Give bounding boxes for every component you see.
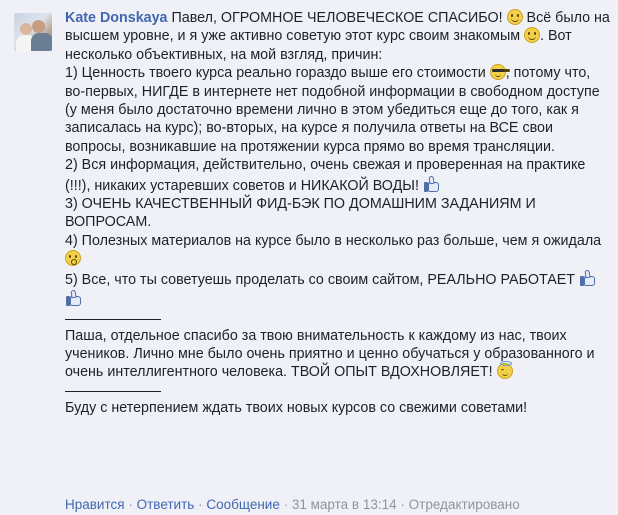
reason-1-text-a: 1) Ценность твоего курса реально гораздо… [65,65,486,82]
reason-3: 3) ОЧЕНЬ КАЧЕСТВЕННЫЙ ФИД-БЭК ПО ДОМАШНИ… [65,196,536,231]
thumbs-up-icon [65,289,83,307]
comment-actions: Нравится · Ответить · Сообщение · 31 мар… [65,496,520,514]
like-link[interactable]: Нравится [65,497,125,512]
sunglasses-face-icon [489,64,506,81]
reason-4-text: 4) Полезных материалов на курсе было в н… [65,232,602,249]
separator-dot: · [198,497,203,512]
separator-line [65,318,161,320]
reason-5-text: 5) Все, что ты советуешь проделать со св… [65,271,576,288]
closing-paragraph: Буду с нетерпением ждать твоих новых кур… [65,399,528,416]
edited-label[interactable]: Отредактировано [409,497,520,512]
separator-dot: · [400,497,405,512]
reason-2-text: 2) Вся информация, действительно, очень … [65,157,586,194]
author-name[interactable]: Kate Donskaya [65,10,168,26]
reason-4: 4) Полезных материалов на курсе было в н… [65,232,613,269]
smiling-face-icon [506,9,523,25]
surprised-face-icon [65,250,81,267]
comment: Kate Donskaya Павел, ОГРОМНОЕ ЧЕЛОВЕЧЕСК… [0,0,618,515]
angel-face-icon [496,361,513,380]
reason-1: 1) Ценность твоего курса реально гораздо… [65,64,613,156]
thumbs-up-icon [423,175,441,193]
reason-5: 5) Все, что ты советуешь проделать со св… [65,269,613,310]
reply-link[interactable]: Ответить [137,497,195,512]
separator-dot: · [128,497,133,512]
separator-dot: · [283,497,289,512]
intro-text-1: Павел, ОГРОМНОЕ ЧЕЛОВЕЧЕСКОЕ СПАСИБО! [171,10,503,26]
comment-intro: Kate Donskaya Павел, ОГРОМНОЕ ЧЕЛОВЕЧЕСК… [65,9,613,64]
smiling-face-icon [524,27,541,44]
separator-line [65,390,161,392]
timestamp[interactable]: 31 марта в 13:14 [292,497,397,512]
avatar[interactable] [14,13,52,51]
comment-body: Kate Donskaya Павел, ОГРОМНОЕ ЧЕЛОВЕЧЕСК… [65,9,613,417]
thanks-paragraph: Паша, отдельное спасибо за твою внимател… [65,327,613,382]
message-link[interactable]: Сообщение [206,497,279,512]
thanks-paragraph-text: Паша, отдельное спасибо за твою внимател… [65,327,595,381]
thumbs-up-icon [579,269,597,287]
reason-2: 2) Вся информация, действительно, очень … [65,156,613,195]
